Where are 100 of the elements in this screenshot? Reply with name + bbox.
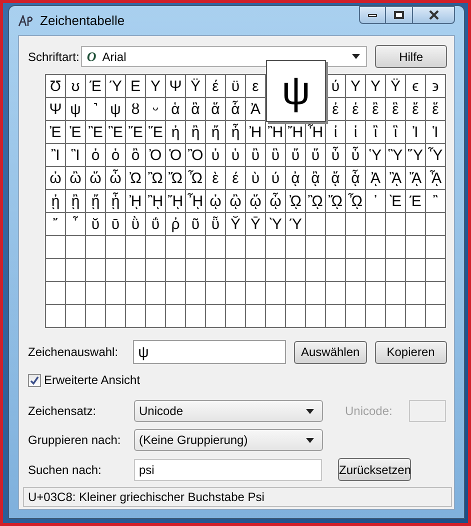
character-cell[interactable]: ᾽	[366, 190, 385, 212]
character-cell[interactable]: έ	[226, 167, 245, 189]
character-cell[interactable]: Ὑ	[366, 144, 385, 166]
close-button[interactable]	[412, 6, 455, 24]
character-cell[interactable]: ἓ	[386, 98, 405, 120]
character-cell[interactable]: ᾮ	[346, 190, 365, 212]
character-cell[interactable]: ˺	[86, 98, 105, 120]
character-cell[interactable]: ᾜ	[166, 190, 185, 212]
help-button[interactable]: Hilfe	[375, 45, 447, 68]
character-cell[interactable]: Ϋ	[186, 75, 205, 97]
character-cell[interactable]: ὺ	[246, 167, 265, 189]
character-cell[interactable]: έ	[206, 75, 225, 97]
character-cell[interactable]: ᾞ	[186, 190, 205, 212]
character-cell[interactable]: ȣ	[126, 98, 145, 120]
character-cell[interactable]: ἱ	[346, 121, 365, 143]
character-cell[interactable]: ϋ	[226, 75, 245, 97]
selection-field[interactable]: ψ	[133, 340, 286, 364]
character-cell[interactable]: ᾐ	[46, 190, 65, 212]
character-cell[interactable]: ᾚ	[146, 190, 165, 212]
character-cell[interactable]: ὑ	[226, 144, 245, 166]
character-cell[interactable]: Ἕ	[146, 121, 165, 143]
character-cell[interactable]: ὖ	[326, 144, 345, 166]
character-cell[interactable]: ᾂ	[306, 167, 325, 189]
character-cell[interactable]: ὒ	[246, 144, 265, 166]
reset-button[interactable]: Zurücksetzen	[338, 458, 411, 481]
character-cell[interactable]: ᾬ	[326, 190, 345, 212]
character-cell[interactable]: ψ	[66, 98, 85, 120]
character-cell[interactable]: ῏	[66, 213, 85, 235]
character-cell[interactable]: Ἲ	[46, 144, 65, 166]
character-cell[interactable]: ᾔ	[86, 190, 105, 212]
copy-button[interactable]: Kopieren	[374, 340, 447, 364]
group-by-dropdown[interactable]: (Keine Gruppierung)	[134, 429, 323, 451]
character-cell[interactable]: ϵ	[406, 75, 425, 97]
character-cell[interactable]: Ϋ	[386, 75, 405, 97]
character-cell[interactable]: Ἀ	[246, 98, 265, 120]
character-cell[interactable]: ᾨ	[286, 190, 305, 212]
character-cell[interactable]: ὀ	[86, 144, 105, 166]
character-cell[interactable]: Ὲ	[386, 190, 405, 212]
character-cell[interactable]: ΰ	[146, 213, 165, 235]
character-cell[interactable]: ᾎ	[426, 167, 445, 189]
character-cell[interactable]: ὠ	[46, 167, 65, 189]
character-cell[interactable]: ᾖ	[106, 190, 125, 212]
character-cell[interactable]: ψ	[106, 98, 125, 120]
character-cell[interactable]: Ὢ	[146, 167, 165, 189]
character-cell[interactable]: ᵕ	[146, 98, 165, 120]
character-cell[interactable]: ὕ	[306, 144, 325, 166]
character-cell[interactable]: ἒ	[366, 98, 385, 120]
character-cell[interactable]: ᾠ	[206, 190, 225, 212]
character-cell[interactable]: ϶	[426, 75, 445, 97]
character-cell[interactable]: ᾆ	[346, 167, 365, 189]
character-cell[interactable]: ὐ	[206, 144, 225, 166]
character-cell[interactable]: Ύ	[286, 213, 305, 235]
character-cell[interactable]: ὁ	[106, 144, 125, 166]
character-cell[interactable]: ἠ	[166, 121, 185, 143]
character-cell[interactable]: ἔ	[406, 98, 425, 120]
character-cell[interactable]: Ε	[126, 75, 145, 97]
character-cell[interactable]: Ὠ	[126, 167, 145, 189]
character-cell[interactable]: ἤ	[206, 121, 225, 143]
character-cell[interactable]: Ὓ	[386, 144, 405, 166]
character-cell[interactable]: Υ	[366, 75, 385, 97]
character-cell[interactable]: ὂ	[126, 144, 145, 166]
maximize-button[interactable]	[386, 6, 412, 24]
character-cell[interactable]: Ὕ	[406, 144, 425, 166]
character-cell[interactable]: Ψ	[166, 75, 185, 97]
character-cell[interactable]: ῎	[46, 213, 65, 235]
unicode-field[interactable]	[409, 400, 446, 422]
character-cell[interactable]: Ὀ	[146, 144, 165, 166]
character-cell[interactable]: ἑ	[346, 98, 365, 120]
character-cell[interactable]: ἃ	[186, 98, 205, 120]
minimize-button[interactable]	[359, 6, 386, 24]
character-cell[interactable]: Ἰ	[406, 121, 425, 143]
character-cell[interactable]: Υ	[146, 75, 165, 97]
character-cell[interactable]: ἰ	[326, 121, 345, 143]
character-cell[interactable]: Ἒ	[86, 121, 105, 143]
character-cell[interactable]: ῢ	[126, 213, 145, 235]
character-cell[interactable]: Ὂ	[186, 144, 205, 166]
character-cell[interactable]: ᾘ	[126, 190, 145, 212]
character-cell[interactable]: Υ	[346, 75, 365, 97]
character-cell[interactable]: ᾀ	[286, 167, 305, 189]
character-cell[interactable]: Ἱ	[426, 121, 445, 143]
character-cell[interactable]: ᾦ	[266, 190, 285, 212]
character-cell[interactable]: ᾪ	[306, 190, 325, 212]
character-cell[interactable]: Ψ	[46, 98, 65, 120]
character-cell[interactable]: Ʊ	[46, 75, 65, 97]
character-cell[interactable]: ἢ	[186, 121, 205, 143]
character-cell[interactable]: ῠ	[86, 213, 105, 235]
character-cell[interactable]: ῦ	[186, 213, 205, 235]
character-cell[interactable]: ύ	[266, 167, 285, 189]
character-cell[interactable]: ἅ	[206, 98, 225, 120]
character-cell[interactable]: Ὁ	[166, 144, 185, 166]
character-cell[interactable]: ε	[246, 75, 265, 97]
character-cell[interactable]: ῡ	[106, 213, 125, 235]
character-cell[interactable]: ἲ	[366, 121, 385, 143]
character-cell[interactable]: ᾒ	[66, 190, 85, 212]
character-cell[interactable]: Ἠ	[246, 121, 265, 143]
character-cell[interactable]: ᾤ	[246, 190, 265, 212]
character-cell[interactable]: Ῠ	[226, 213, 245, 235]
character-cell[interactable]: ʊ	[66, 75, 85, 97]
character-cell[interactable]: Έ	[406, 190, 425, 212]
select-button[interactable]: Auswählen	[294, 340, 367, 364]
